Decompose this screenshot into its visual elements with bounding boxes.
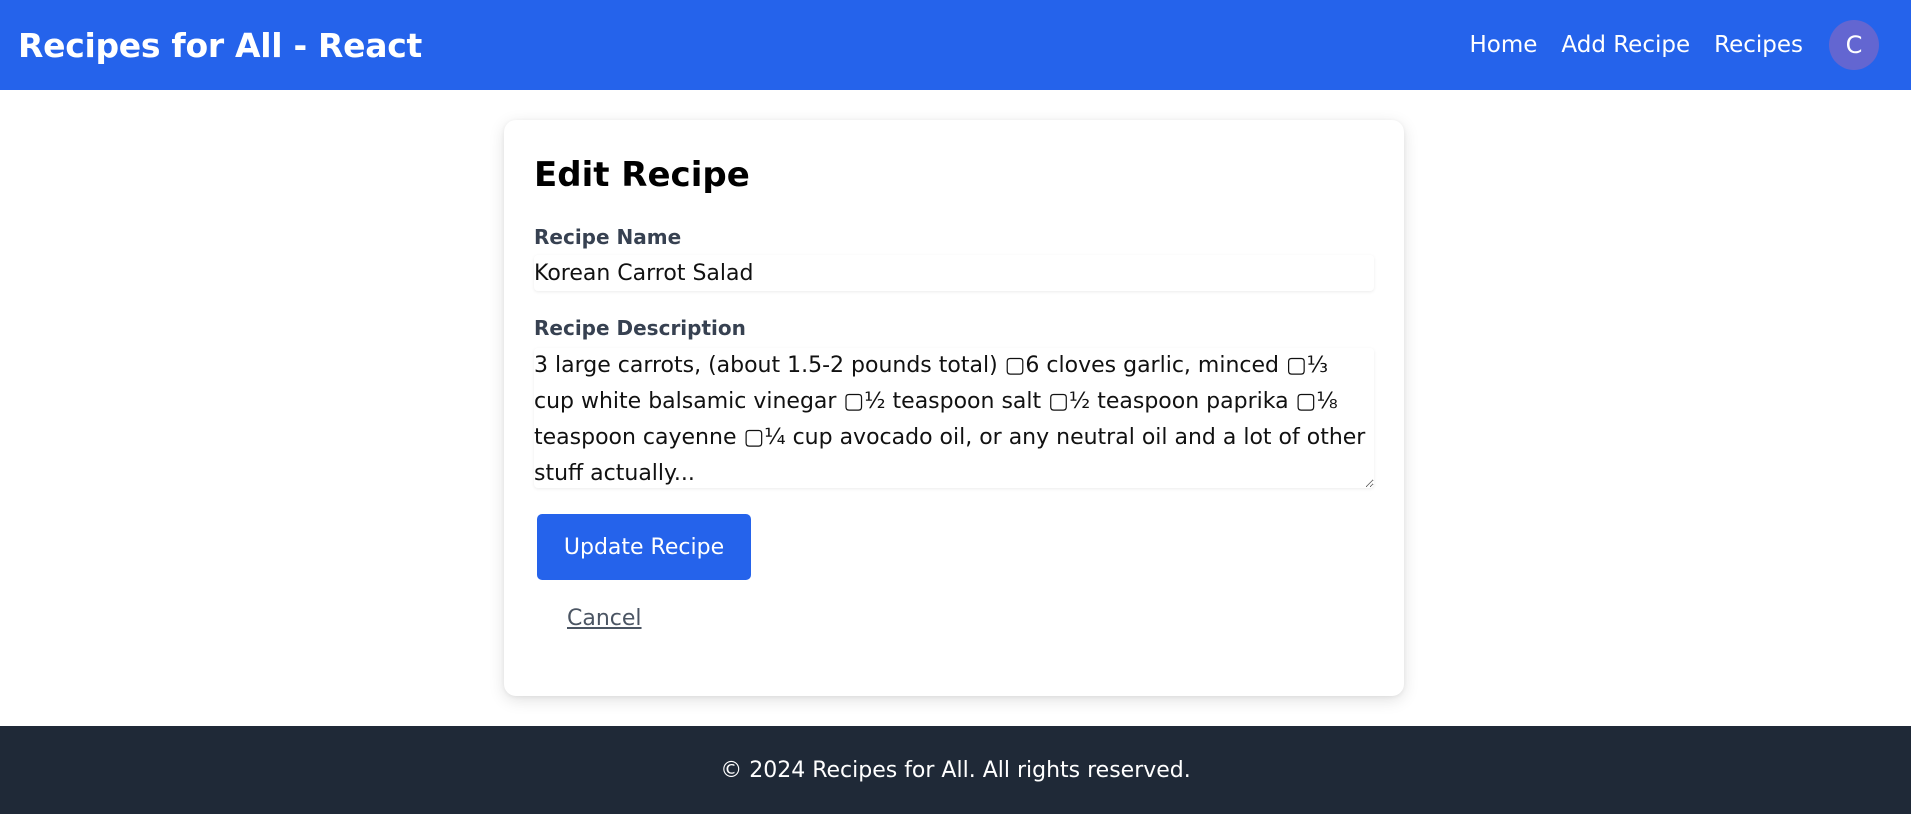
update-recipe-button[interactable]: Update Recipe — [537, 514, 751, 580]
app-header: Recipes for All - React Home Add Recipe … — [0, 0, 1911, 90]
recipe-name-input[interactable] — [534, 255, 1374, 291]
user-avatar[interactable]: C — [1829, 20, 1879, 70]
edit-recipe-card: Edit Recipe Recipe Name Recipe Descripti… — [504, 120, 1404, 696]
cancel-link[interactable]: Cancel — [567, 606, 642, 631]
page-title: Edit Recipe — [534, 155, 750, 195]
nav-recipes[interactable]: Recipes — [1714, 32, 1803, 58]
brand-title[interactable]: Recipes for All - React — [18, 26, 422, 65]
copyright-text: © 2024 Recipes for All. All rights reser… — [720, 757, 1191, 783]
app-footer: © 2024 Recipes for All. All rights reser… — [0, 726, 1911, 814]
recipe-description-textarea[interactable]: 3 large carrots, (about 1.5-2 pounds tot… — [534, 348, 1374, 488]
nav-home[interactable]: Home — [1469, 32, 1537, 58]
main-nav: Home Add Recipe Recipes C — [1469, 20, 1879, 70]
recipe-name-label: Recipe Name — [534, 225, 682, 249]
nav-add-recipe[interactable]: Add Recipe — [1561, 32, 1690, 58]
recipe-description-label: Recipe Description — [534, 316, 746, 340]
